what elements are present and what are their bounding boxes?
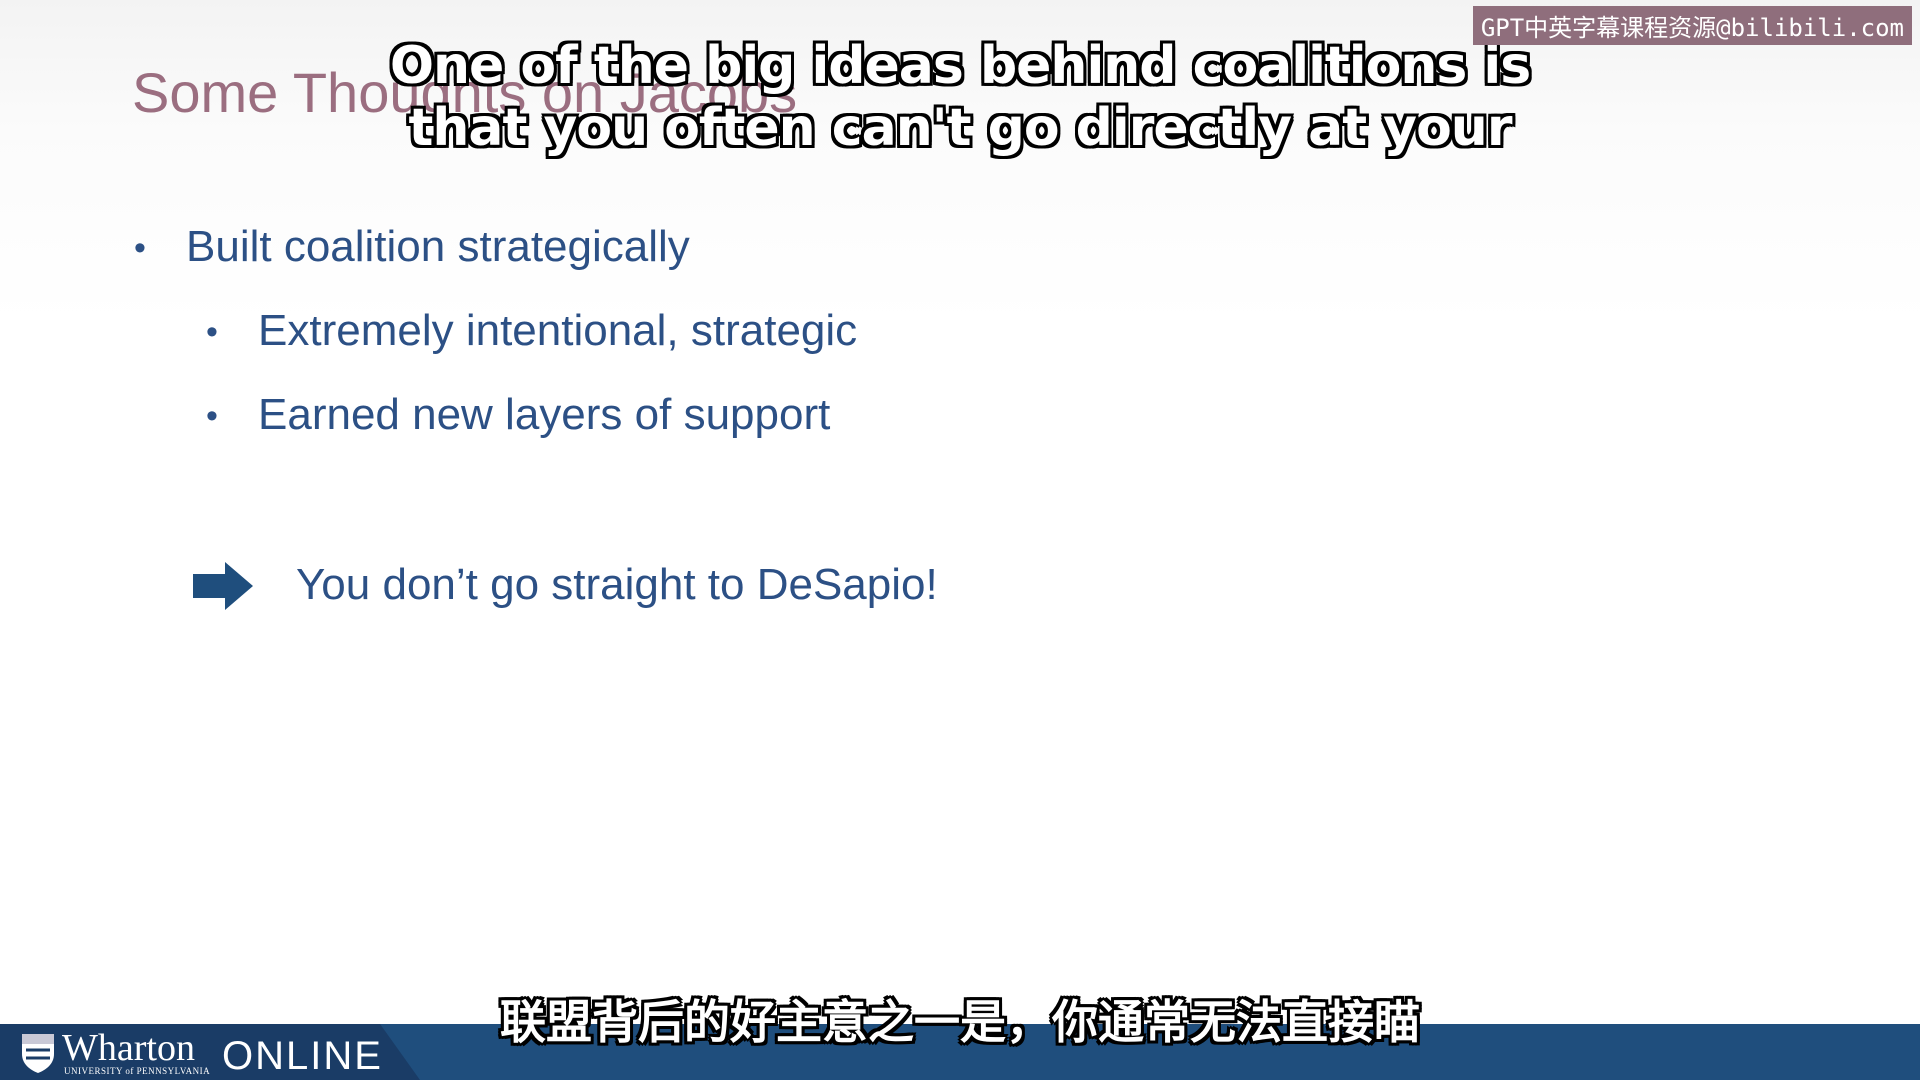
- subtitle-english-line1: One of the big ideas behind coalitions i…: [389, 36, 1531, 96]
- university-text: UNIVERSITY of PENNSYLVANIA: [64, 1066, 211, 1076]
- bullet-dot: •: [206, 313, 218, 351]
- bullet-dot: •: [134, 229, 146, 267]
- bullet-text: Built coalition strategically: [186, 222, 690, 271]
- bullet-level2: • Earned new layers of support: [206, 390, 831, 440]
- slide-background: [0, 0, 1920, 1080]
- bullet-level2: • Extremely intentional, strategic: [206, 306, 858, 356]
- bullet-level1: • Built coalition strategically: [134, 222, 690, 272]
- subtitle-english-line2: that you often can't go directly at your: [408, 98, 1513, 158]
- bullet-text: Extremely intentional, strategic: [258, 306, 858, 355]
- bullet-dot: •: [206, 397, 218, 435]
- conclusion-text: You don’t go straight to DeSapio!: [296, 560, 938, 609]
- subtitle-chinese: 联盟背后的好主意之一是，你通常无法直接瞄: [500, 995, 1420, 1049]
- watermark: GPT中英字幕课程资源@bilibili.com: [1472, 6, 1912, 45]
- bullet-text: Earned new layers of support: [258, 390, 831, 439]
- right-arrow-icon: [193, 562, 253, 610]
